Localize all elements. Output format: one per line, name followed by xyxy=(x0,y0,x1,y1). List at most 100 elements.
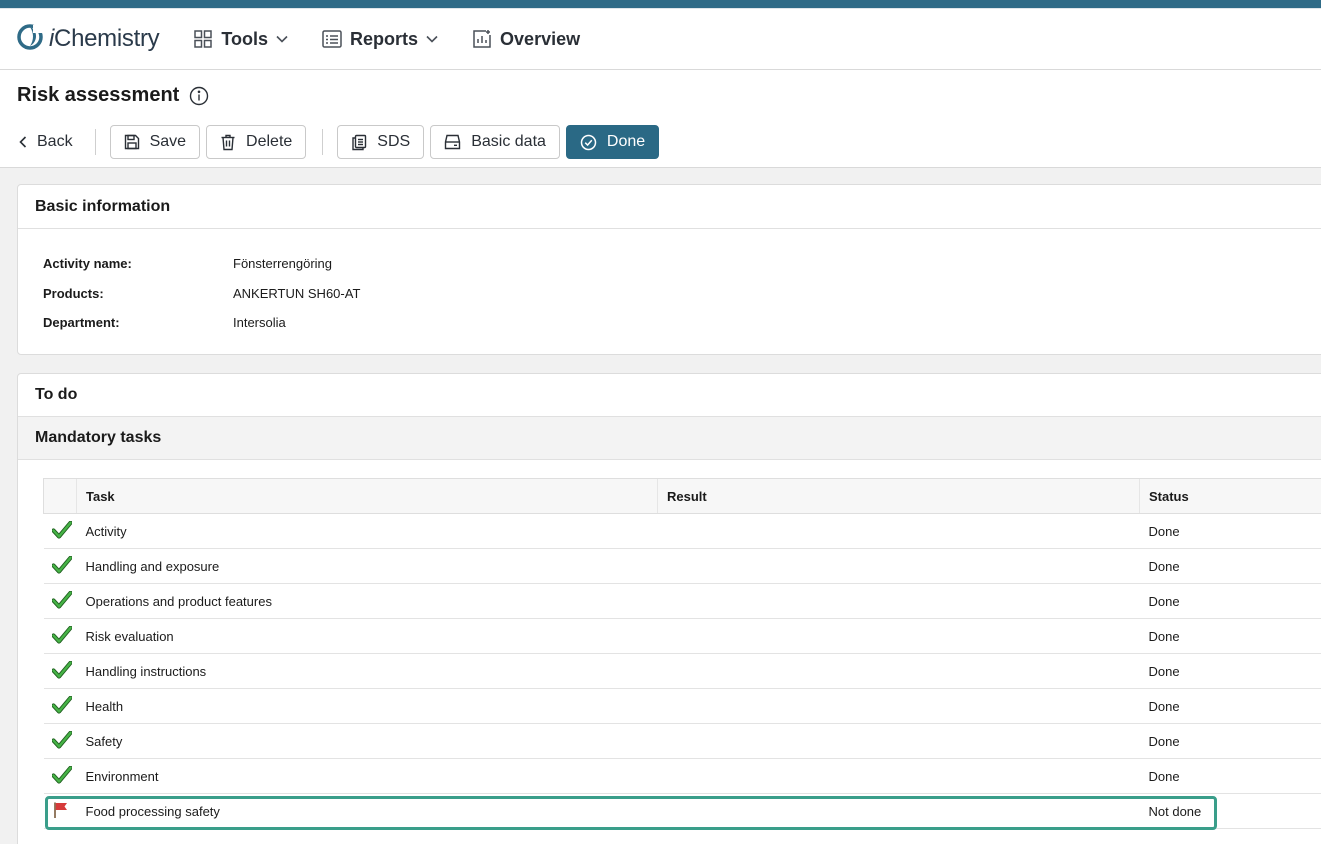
back-button[interactable]: Back xyxy=(17,125,79,159)
info-icon[interactable] xyxy=(189,86,209,106)
delete-button[interactable]: Delete xyxy=(206,125,307,159)
task-name-cell[interactable]: Health xyxy=(76,688,658,724)
todo-card: To do Mandatory tasks Task Result Status… xyxy=(17,373,1321,844)
table-header-row: Task Result Status xyxy=(43,478,1321,514)
task-icon-cell xyxy=(43,793,77,829)
sds-label: SDS xyxy=(377,133,411,150)
task-icon-cell xyxy=(43,583,77,619)
task-icon-cell xyxy=(43,688,77,724)
check-icon xyxy=(50,660,73,682)
page-title-text: Risk assessment xyxy=(17,84,180,106)
products-label: Products: xyxy=(43,286,104,301)
task-icon-cell xyxy=(43,513,77,549)
task-status-cell: Done xyxy=(1139,688,1321,724)
task-status-cell: Done xyxy=(1139,723,1321,759)
task-status-cell: Done xyxy=(1139,618,1321,654)
task-result-cell xyxy=(657,583,1140,619)
task-icon-cell xyxy=(43,548,77,584)
task-icon-cell xyxy=(43,723,77,759)
task-name-cell[interactable]: Environment xyxy=(76,758,658,794)
list-icon xyxy=(322,30,342,48)
task-name-cell[interactable]: Food processing safety xyxy=(76,793,658,829)
toolbar-divider xyxy=(322,129,324,155)
task-icon-cell xyxy=(43,653,77,689)
task-name-cell[interactable]: Handling and exposure xyxy=(76,548,658,584)
nav-tools[interactable]: Tools xyxy=(193,29,288,50)
top-navigation: iChemistry Tools Reports Overview xyxy=(0,9,1321,70)
task-name-cell[interactable]: Safety xyxy=(76,723,658,759)
mandatory-tasks-table: Task Result Status Activity Done Handling … xyxy=(43,478,1321,829)
grid-icon xyxy=(193,29,213,49)
task-icon-cell xyxy=(43,618,77,654)
chevron-down-icon xyxy=(426,35,438,43)
nav-reports[interactable]: Reports xyxy=(322,29,438,50)
toolbar-divider xyxy=(94,129,96,155)
table-row[interactable]: Safety Done xyxy=(43,723,1321,759)
save-button[interactable]: Save xyxy=(109,125,201,159)
task-result-cell xyxy=(657,548,1140,584)
check-circle-icon xyxy=(580,134,597,151)
table-row[interactable]: Environment Done xyxy=(43,758,1321,794)
basic-information-card: Basic information Activity name: Fönster… xyxy=(17,184,1321,355)
done-button[interactable]: Done xyxy=(565,125,660,159)
basic-data-button[interactable]: Basic data xyxy=(430,125,560,159)
check-icon xyxy=(50,520,73,542)
task-result-cell xyxy=(657,513,1140,549)
task-name-cell[interactable]: Activity xyxy=(76,513,658,549)
table-row[interactable]: Food processing safety Not done xyxy=(43,793,1321,829)
icon-column-header xyxy=(43,478,77,514)
ichemistry-logo-icon xyxy=(17,23,43,55)
done-label: Done xyxy=(606,133,646,150)
products-row: Products: ANKERTUN SH60-AT xyxy=(43,286,360,301)
back-label: Back xyxy=(37,133,73,150)
action-toolbar: Back Save Delete SDS Basic data Done xyxy=(17,125,665,159)
task-status-cell: Not done xyxy=(1139,793,1321,829)
page-header: Risk assessment Back Save Delete SDS Bas… xyxy=(0,70,1321,168)
check-icon xyxy=(50,695,73,717)
check-icon xyxy=(50,730,73,752)
sds-button[interactable]: SDS xyxy=(337,125,425,159)
trash-icon xyxy=(220,134,236,151)
task-name-cell[interactable]: Operations and product features xyxy=(76,583,658,619)
task-result-cell xyxy=(657,793,1140,829)
table-row[interactable]: Handling and exposure Done xyxy=(43,548,1321,584)
department-label: Department: xyxy=(43,315,120,330)
task-result-cell xyxy=(657,653,1140,689)
task-status-cell: Done xyxy=(1139,758,1321,794)
drive-icon xyxy=(444,134,461,150)
task-result-cell xyxy=(657,688,1140,724)
result-column-header[interactable]: Result xyxy=(657,478,1140,514)
task-result-cell xyxy=(657,618,1140,654)
task-status-cell: Done xyxy=(1139,583,1321,619)
nav-reports-label: Reports xyxy=(350,28,419,49)
floppy-disk-icon xyxy=(124,134,140,150)
task-name-cell[interactable]: Risk evaluation xyxy=(76,618,658,654)
chevron-down-icon xyxy=(276,35,288,43)
basic-information-heading: Basic information xyxy=(18,185,1321,229)
top-accent-bar xyxy=(0,0,1321,9)
check-icon xyxy=(50,590,73,612)
task-name-cell[interactable]: Handling instructions xyxy=(76,653,658,689)
activity-name-row: Activity name: Fönsterrengöring xyxy=(43,256,332,271)
task-column-header[interactable]: Task xyxy=(76,478,658,514)
task-result-cell xyxy=(657,758,1140,794)
table-row[interactable]: Activity Done xyxy=(43,513,1321,549)
task-result-cell xyxy=(657,723,1140,759)
chevron-left-icon xyxy=(19,136,27,148)
delete-label: Delete xyxy=(246,133,293,150)
nav-tools-label: Tools xyxy=(221,28,269,49)
task-status-cell: Done xyxy=(1139,513,1321,549)
table-row[interactable]: Risk evaluation Done xyxy=(43,618,1321,654)
table-row[interactable]: Handling instructions Done xyxy=(43,653,1321,689)
table-row[interactable]: Health Done xyxy=(43,688,1321,724)
todo-heading: To do xyxy=(18,374,1321,417)
status-column-header[interactable]: Status xyxy=(1139,478,1321,514)
page-title: Risk assessment xyxy=(17,84,209,107)
table-row[interactable]: Operations and product features Done xyxy=(43,583,1321,619)
task-icon-cell xyxy=(43,758,77,794)
nav-overview[interactable]: Overview xyxy=(472,29,580,50)
save-label: Save xyxy=(149,133,187,150)
activity-name-value: Fönsterrengöring xyxy=(233,256,332,271)
app-logo[interactable]: iChemistry xyxy=(17,23,160,55)
mandatory-tasks-heading: Mandatory tasks xyxy=(18,417,1321,460)
